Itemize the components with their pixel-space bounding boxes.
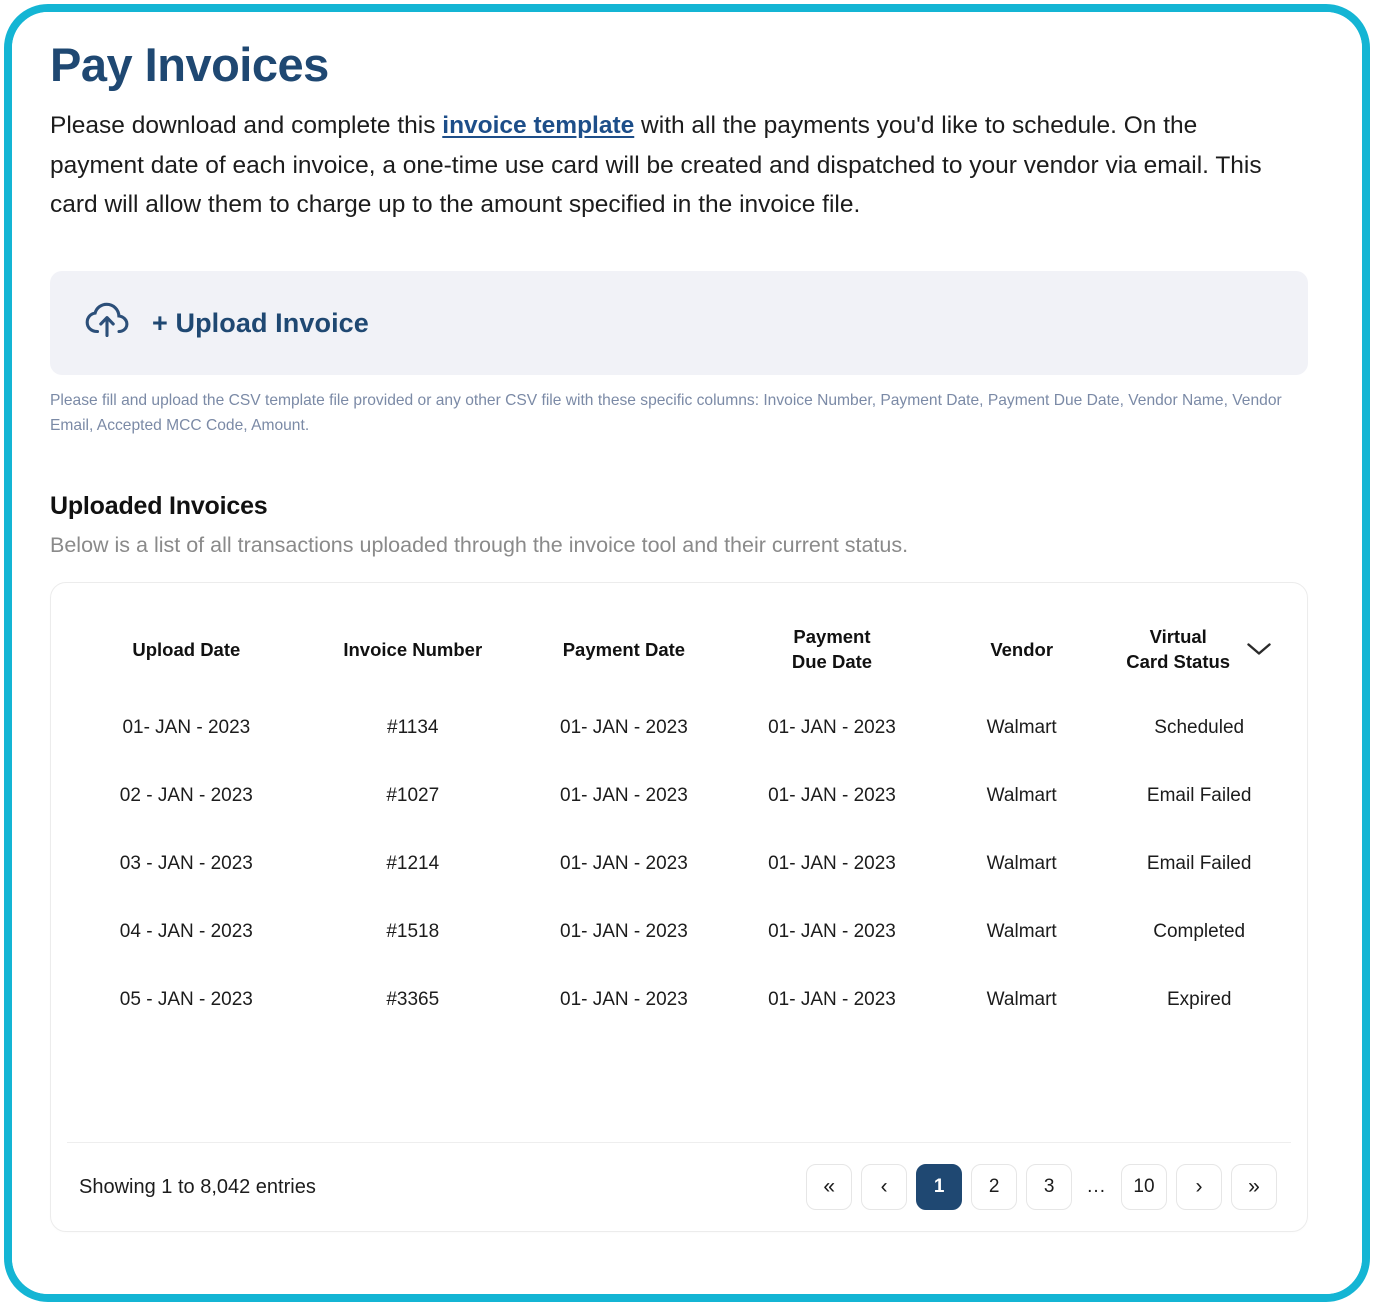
upload-invoice-label: + Upload Invoice (152, 307, 369, 338)
chevron-down-icon[interactable] (1246, 639, 1272, 663)
cell-invoice-number: #1027 (386, 785, 440, 807)
cell-payment-date: 01- JAN - 2023 (560, 989, 688, 1011)
table-footer: Showing 1 to 8,042 entries « ‹ 1 2 3 ...… (67, 1143, 1291, 1231)
csv-instructions: Please fill and upload the CSV template … (50, 392, 1282, 434)
page-frame: Pay Invoices Please download and complet… (4, 4, 1370, 1302)
status-badge: Expired (1166, 989, 1232, 1011)
pagination-prev[interactable]: ‹ (861, 1164, 908, 1211)
pagination-last[interactable]: » (1231, 1164, 1277, 1211)
cell-payment-date: 01- JAN - 2023 (560, 853, 688, 875)
cell-payment-date: 01- JAN - 2023 (560, 785, 688, 807)
cell-invoice-number: #1214 (386, 853, 440, 875)
pagination-first[interactable]: « (806, 1164, 853, 1211)
virtual-card-status-header-content: Virtual Card Status (1107, 625, 1291, 674)
column-header-virtual-card-status[interactable]: Virtual Card Status (1107, 583, 1291, 694)
invoices-table-body: 01- JAN - 2023 #1134 01- JAN - 2023 01- … (67, 694, 1291, 1034)
pagination-page-2[interactable]: 2 (971, 1164, 1018, 1211)
status-badge: Scheduled (1154, 717, 1245, 739)
virtual-card-status-header-text: Virtual Card Status (1126, 625, 1230, 674)
invoice-template-link[interactable]: invoice template (442, 112, 634, 139)
pagination-ellipsis: ... (1087, 1176, 1106, 1198)
column-header-virtual-card-status-line1: Virtual (1149, 626, 1207, 648)
column-header-invoice-number[interactable]: Invoice Number (306, 583, 520, 694)
cell-vendor: Walmart (986, 853, 1057, 875)
column-header-payment-date[interactable]: Payment Date (520, 583, 728, 694)
cell-payment-due-date: 01- JAN - 2023 (768, 717, 896, 739)
pagination-page-3[interactable]: 3 (1026, 1164, 1073, 1211)
upload-invoice-button[interactable]: + Upload Invoice (50, 271, 1308, 376)
status-badge: Email Failed (1146, 785, 1252, 807)
cell-upload-date: 02 - JAN - 2023 (119, 785, 253, 807)
cloud-upload-icon (84, 301, 130, 346)
invoices-table-card: Upload Date Invoice Number Payment Date … (50, 582, 1308, 1233)
uploaded-invoices-subtitle: Below is a list of all transactions uplo… (50, 533, 909, 558)
cell-upload-date: 05 - JAN - 2023 (119, 989, 253, 1011)
invoices-table: Upload Date Invoice Number Payment Date … (67, 583, 1291, 1034)
page-title: Pay Invoices (50, 38, 329, 91)
pay-invoices-page: Pay Invoices Please download and complet… (12, 12, 1362, 1294)
intro-paragraph: Please download and complete this invoic… (50, 106, 1290, 225)
column-header-upload-date[interactable]: Upload Date (67, 583, 306, 694)
cell-vendor: Walmart (986, 921, 1057, 943)
cell-invoice-number: #1134 (387, 717, 439, 739)
pagination: « ‹ 1 2 3 ... 10 › » (806, 1164, 1277, 1211)
cell-payment-date: 01- JAN - 2023 (560, 921, 688, 943)
entries-count-text: Showing 1 to 8,042 entries (79, 1175, 316, 1198)
cell-payment-due-date: 01- JAN - 2023 (768, 785, 896, 807)
intro-text-before: Please download and complete this (50, 112, 443, 140)
cell-payment-date: 01- JAN - 2023 (560, 717, 688, 739)
cell-vendor: Walmart (986, 989, 1057, 1011)
cell-payment-due-date: 01- JAN - 2023 (768, 989, 896, 1011)
column-header-vendor[interactable]: Vendor (936, 583, 1107, 694)
table-row[interactable]: 02 - JAN - 2023 #1027 01- JAN - 2023 01-… (67, 762, 1291, 830)
cell-upload-date: 04 - JAN - 2023 (119, 921, 253, 943)
column-header-payment-due-date-line1: Payment (793, 626, 871, 648)
status-badge: Completed (1153, 921, 1246, 943)
pagination-next[interactable]: › (1176, 1164, 1222, 1211)
pagination-page-10[interactable]: 10 (1121, 1164, 1167, 1211)
cell-invoice-number: #1518 (386, 921, 440, 943)
cell-upload-date: 01- JAN - 2023 (122, 717, 251, 739)
column-header-payment-due-date[interactable]: Payment Due Date (728, 583, 936, 694)
table-row[interactable]: 04 - JAN - 2023 #1518 01- JAN - 2023 01-… (67, 898, 1291, 966)
column-header-virtual-card-status-line2: Card Status (1126, 650, 1231, 672)
table-row[interactable]: 01- JAN - 2023 #1134 01- JAN - 2023 01- … (67, 694, 1291, 762)
invoices-table-head: Upload Date Invoice Number Payment Date … (67, 583, 1291, 694)
cell-vendor: Walmart (986, 717, 1057, 739)
cell-vendor: Walmart (986, 785, 1057, 807)
cell-upload-date: 03 - JAN - 2023 (119, 853, 253, 875)
column-header-payment-due-date-line2: Due Date (791, 650, 873, 672)
cell-invoice-number: #3365 (386, 989, 440, 1011)
table-row[interactable]: 05 - JAN - 2023 #3365 01- JAN - 2023 01-… (67, 966, 1291, 1034)
cell-payment-due-date: 01- JAN - 2023 (768, 853, 896, 875)
table-header-row: Upload Date Invoice Number Payment Date … (67, 583, 1291, 694)
uploaded-invoices-title: Uploaded Invoices (50, 492, 268, 521)
status-badge: Email Failed (1146, 853, 1252, 875)
table-row[interactable]: 03 - JAN - 2023 #1214 01- JAN - 2023 01-… (67, 830, 1291, 898)
cell-payment-due-date: 01- JAN - 2023 (768, 921, 896, 943)
pagination-page-1[interactable]: 1 (916, 1164, 963, 1211)
